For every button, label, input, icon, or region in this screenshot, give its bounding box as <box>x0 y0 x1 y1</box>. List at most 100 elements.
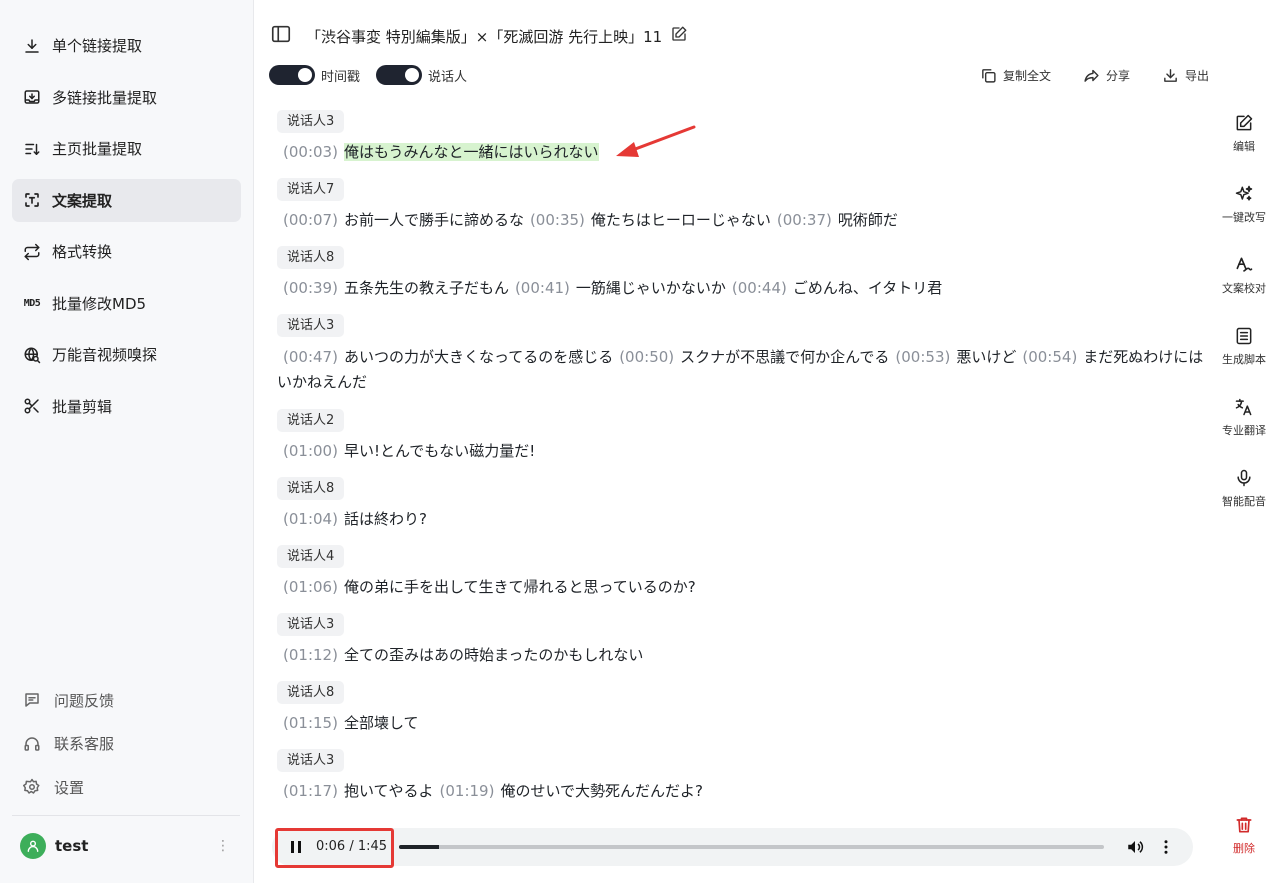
transcript-text[interactable]: スクナが不思議で何か企んでる <box>680 348 889 366</box>
user-profile[interactable]: test ⋮ <box>20 832 230 860</box>
text-scan-icon <box>22 190 42 210</box>
volume-icon[interactable] <box>1126 838 1144 856</box>
transcript-text[interactable]: 早い!とんでもない磁力量だ! <box>344 442 535 460</box>
timestamp[interactable]: (00:54) <box>1022 348 1077 366</box>
sidebar-divider <box>12 815 240 816</box>
edit-icon <box>1236 114 1253 131</box>
speaker-tag[interactable]: 说话人3 <box>277 314 345 337</box>
rail-proofread-button[interactable]: 文案校对 <box>1214 252 1274 323</box>
transcript-segment: 说话人3 (00:47) あいつの力が大きくなってるのを感じる (00:50) スクナ… <box>277 314 1207 395</box>
timestamp-toggle[interactable] <box>269 65 315 85</box>
transcript-text[interactable]: 全部壊して <box>344 714 419 732</box>
timestamp[interactable]: (00:37) <box>777 211 832 229</box>
transcript-text[interactable]: 俺たちはヒーローじゃない <box>591 211 771 229</box>
sidebar-bottom-nav: 问题反馈 联系客服 设置 <box>12 680 241 811</box>
speaker-tag[interactable]: 说话人3 <box>277 613 345 636</box>
speaker-tag[interactable]: 说话人4 <box>277 545 345 568</box>
toolbar: 时间戳 说话人 复制全文 分享 导出 <box>269 64 1209 86</box>
rail-translate-button[interactable]: 专业翻译 <box>1214 394 1274 465</box>
rail-label: 生成脚本 <box>1222 353 1266 366</box>
sidebar-item-sniffer[interactable]: 万能音视频嗅探 <box>12 333 241 376</box>
sidebar: 单个链接提取 多链接批量提取 主页批量提取 文案提取 格式转换 MD5 批量修改… <box>0 0 254 883</box>
speaker-tag[interactable]: 说话人8 <box>277 246 345 269</box>
transcript-text[interactable]: 全ての歪みはあの時始まったのかもしれない <box>344 646 643 664</box>
globe-search-icon <box>22 345 42 365</box>
speaker-tag[interactable]: 说话人8 <box>277 477 345 500</box>
transcript-text[interactable]: 俺のせいで大勢死んだんだよ? <box>500 782 703 800</box>
timestamp[interactable]: (00:41) <box>515 279 570 297</box>
export-icon <box>1164 68 1177 82</box>
sidebar-item-batch-md5[interactable]: MD5 批量修改MD5 <box>12 282 241 325</box>
timestamp[interactable]: (01:19) <box>440 782 495 800</box>
sidebar-item-label: 格式转换 <box>52 243 113 261</box>
transcript-text[interactable]: 一筋縄じゃいかないか <box>576 279 726 297</box>
sidebar-toggle-icon[interactable] <box>270 23 292 49</box>
rail-script-button[interactable]: 生成脚本 <box>1214 323 1274 394</box>
transcript-text[interactable]: あいつの力が大きくなってるのを感じる <box>344 348 613 366</box>
transcript-text[interactable]: 話は終わり? <box>344 510 427 528</box>
edit-title-icon[interactable] <box>670 25 688 47</box>
speaker-toggle[interactable] <box>376 65 423 85</box>
sidebar-item-support[interactable]: 联系客服 <box>12 724 241 764</box>
export-button[interactable]: 导出 <box>1162 67 1209 84</box>
sidebar-item-format-convert[interactable]: 格式转换 <box>12 230 241 273</box>
transcript-segment: 说话人7 (00:07) お前一人で勝手に諦めるな (00:35) 俺たちはヒーローじ… <box>277 178 1207 232</box>
more-vertical-icon[interactable]: ⋮ <box>216 838 230 854</box>
transcript-text[interactable]: お前一人で勝手に諦めるな <box>344 211 524 229</box>
timestamp[interactable]: (00:53) <box>895 348 950 366</box>
progress-bar[interactable] <box>399 845 1104 849</box>
copy-all-button[interactable]: 复制全文 <box>980 67 1051 84</box>
sidebar-item-label: 设置 <box>54 778 85 797</box>
delete-button[interactable]: 删除 <box>1214 815 1274 856</box>
timestamp[interactable]: (00:35) <box>530 211 585 229</box>
sidebar-item-homepage-batch[interactable]: 主页批量提取 <box>12 127 241 170</box>
playback-time: 0:06 / 1:45 <box>316 839 388 854</box>
timestamp[interactable]: (00:50) <box>619 348 674 366</box>
copy-all-label: 复制全文 <box>1002 68 1051 83</box>
timestamp[interactable]: (00:39) <box>283 279 338 297</box>
rail-voiceover-button[interactable]: 智能配音 <box>1214 465 1274 536</box>
timestamp[interactable]: (01:06) <box>283 578 338 596</box>
sidebar-item-text-extract[interactable]: 文案提取 <box>12 178 241 222</box>
speaker-tag[interactable]: 说话人2 <box>277 409 345 432</box>
transcript-line: (00:39) 五条先生の教え子だもん (00:41) 一筋縄じゃいかないか (00:4… <box>277 277 1207 300</box>
transcript-text[interactable]: 五条先生の教え子だもん <box>344 279 509 297</box>
timestamp[interactable]: (00:44) <box>732 279 787 297</box>
speaker-tag[interactable]: 说话人3 <box>277 110 345 133</box>
audio-player: 0:06 / 1:45 <box>272 828 1193 868</box>
speaker-tag[interactable]: 说话人3 <box>277 749 345 772</box>
pause-button[interactable] <box>289 840 303 854</box>
timestamp[interactable]: (01:15) <box>283 714 338 732</box>
rail-label: 编辑 <box>1233 140 1255 153</box>
share-label: 分享 <box>1105 68 1130 83</box>
timestamp[interactable]: (01:04) <box>283 510 338 528</box>
timestamp[interactable]: (01:17) <box>283 782 338 800</box>
sidebar-item-feedback[interactable]: 问题反馈 <box>12 680 241 720</box>
speaker-tag[interactable]: 说话人8 <box>277 681 345 704</box>
sidebar-item-settings[interactable]: 设置 <box>12 767 241 807</box>
timestamp[interactable]: (00:07) <box>283 211 338 229</box>
transcript-text[interactable]: 俺はもうみんなと一緒にはいられない <box>343 143 599 161</box>
rail-rewrite-button[interactable]: 一键改写 <box>1214 181 1274 252</box>
timestamp[interactable]: (01:00) <box>283 442 338 460</box>
transcript-text[interactable]: 悪いけど <box>956 348 1016 366</box>
rail-label: 智能配音 <box>1222 495 1266 508</box>
timestamp[interactable]: (01:12) <box>283 646 338 664</box>
timestamp[interactable]: (00:03) <box>283 143 338 161</box>
sidebar-item-multi-link[interactable]: 多链接批量提取 <box>12 76 241 119</box>
sidebar-item-single-link[interactable]: 单个链接提取 <box>12 24 241 67</box>
share-button[interactable]: 分享 <box>1083 67 1130 84</box>
more-vertical-icon[interactable] <box>1157 838 1175 856</box>
transcript-line: (01:17) 抱いてやるよ (01:19) 俺のせいで大勢死んだんだよ? <box>277 780 1207 803</box>
translate-icon <box>1235 398 1252 416</box>
transcript-text[interactable]: 呪術師だ <box>838 211 898 229</box>
transcript-text[interactable]: 抱いてやるよ <box>344 782 434 800</box>
transcript-segment: 说话人8 (01:04) 話は終わり? <box>277 477 1207 531</box>
speaker-tag[interactable]: 说话人7 <box>277 178 345 201</box>
transcript-text[interactable]: ごめんね、イタトリ君 <box>793 279 942 297</box>
transcript-line: (01:00) 早い!とんでもない磁力量だ! <box>277 440 1207 463</box>
transcript-text[interactable]: 俺の弟に手を出して生きて帰れると思っているのか? <box>344 578 696 596</box>
timestamp[interactable]: (00:47) <box>283 348 338 366</box>
sidebar-item-batch-cut[interactable]: 批量剪辑 <box>12 385 241 428</box>
rail-edit-button[interactable]: 编辑 <box>1214 110 1274 181</box>
